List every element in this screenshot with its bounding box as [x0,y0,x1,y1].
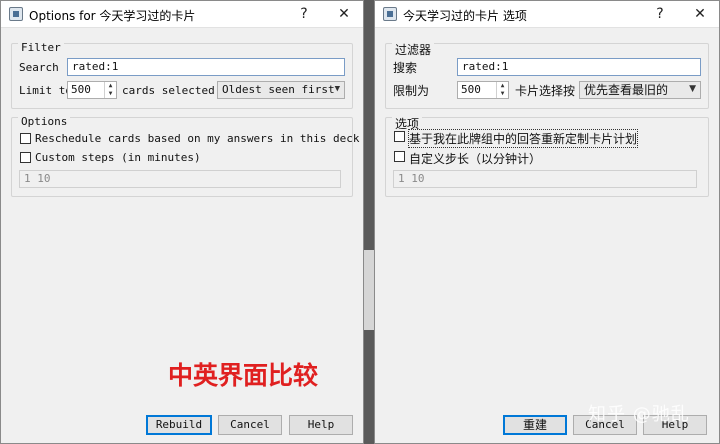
order-select-value: Oldest seen first [222,83,335,96]
chevron-down-icon: ▼ [689,84,696,94]
zhihu-watermark: 知乎 @驰乱 [588,404,690,425]
cards-selected-by-label: 卡片选择按 [515,84,576,98]
reschedule-label[interactable]: 基于我在此牌组中的回答重新定制卡片计划 [407,129,639,148]
anki-app-icon [383,7,397,21]
options-dialog-chinese: 今天学习过的卡片 选项 ? ✕ 过滤器 搜索 rated:1 限制为 500 ▲… [374,0,720,444]
limit-value: 500 [71,83,91,96]
limit-value: 500 [461,83,481,96]
close-icon[interactable]: ✕ [689,4,711,24]
title-bar: 今天学习过的卡片 选项 ? ✕ [375,1,719,28]
spin-arrows-icon[interactable]: ▲ ▼ [104,82,116,98]
rebuild-button[interactable]: 重建 [503,415,567,435]
reschedule-label[interactable]: Reschedule cards based on my answers in … [35,132,360,145]
chevron-down-icon: ▼ [334,84,340,94]
title-bar: Options for 今天学习过的卡片 ? ✕ [1,1,363,28]
limit-spinbox[interactable]: 500 ▲ ▼ [67,81,117,99]
comparison-caption: 中英界面比较 [168,361,319,390]
custom-steps-checkbox[interactable] [394,151,405,162]
order-select[interactable]: Oldest seen first ▼ [217,81,345,99]
filter-group-title: 过滤器 [392,41,435,58]
reschedule-checkbox[interactable] [394,131,405,142]
reschedule-checkbox[interactable] [20,133,31,144]
options-group-title: Options [18,115,71,128]
spin-arrows-icon[interactable]: ▲ ▼ [496,82,508,98]
order-select[interactable]: 优先查看最旧的 ▼ [579,81,701,99]
close-icon[interactable]: ✕ [333,4,355,24]
search-input[interactable]: rated:1 [457,58,701,76]
help-question-icon[interactable]: ? [649,4,671,24]
custom-steps-checkbox[interactable] [20,152,31,163]
search-label: Search [19,61,59,74]
limit-spinbox[interactable]: 500 ▲ ▼ [457,81,509,99]
background-window-strip [364,0,374,444]
search-label: 搜索 [393,61,418,75]
search-input[interactable]: rated:1 [67,58,345,76]
filter-group: Filter [11,41,353,109]
steps-input: 1 10 [393,170,697,188]
help-button[interactable]: Help [289,415,353,435]
limit-label: Limit to [19,84,72,97]
steps-input: 1 10 [19,170,341,188]
custom-steps-label[interactable]: Custom steps (in minutes) [35,151,201,164]
filter-group-title: Filter [18,41,64,54]
limit-label: 限制为 [393,84,430,98]
window-title: 今天学习过的卡片 选项 [403,9,527,23]
anki-app-icon [9,7,23,21]
filter-group: 过滤器 [385,41,709,109]
cancel-button[interactable]: Cancel [218,415,282,435]
custom-steps-label[interactable]: 自定义步长（以分钟计） [409,150,541,167]
order-select-value: 优先查看最旧的 [584,83,669,97]
help-question-icon[interactable]: ? [293,4,315,24]
rebuild-button[interactable]: Rebuild [146,415,212,435]
window-title: Options for 今天学习过的卡片 [29,9,196,23]
